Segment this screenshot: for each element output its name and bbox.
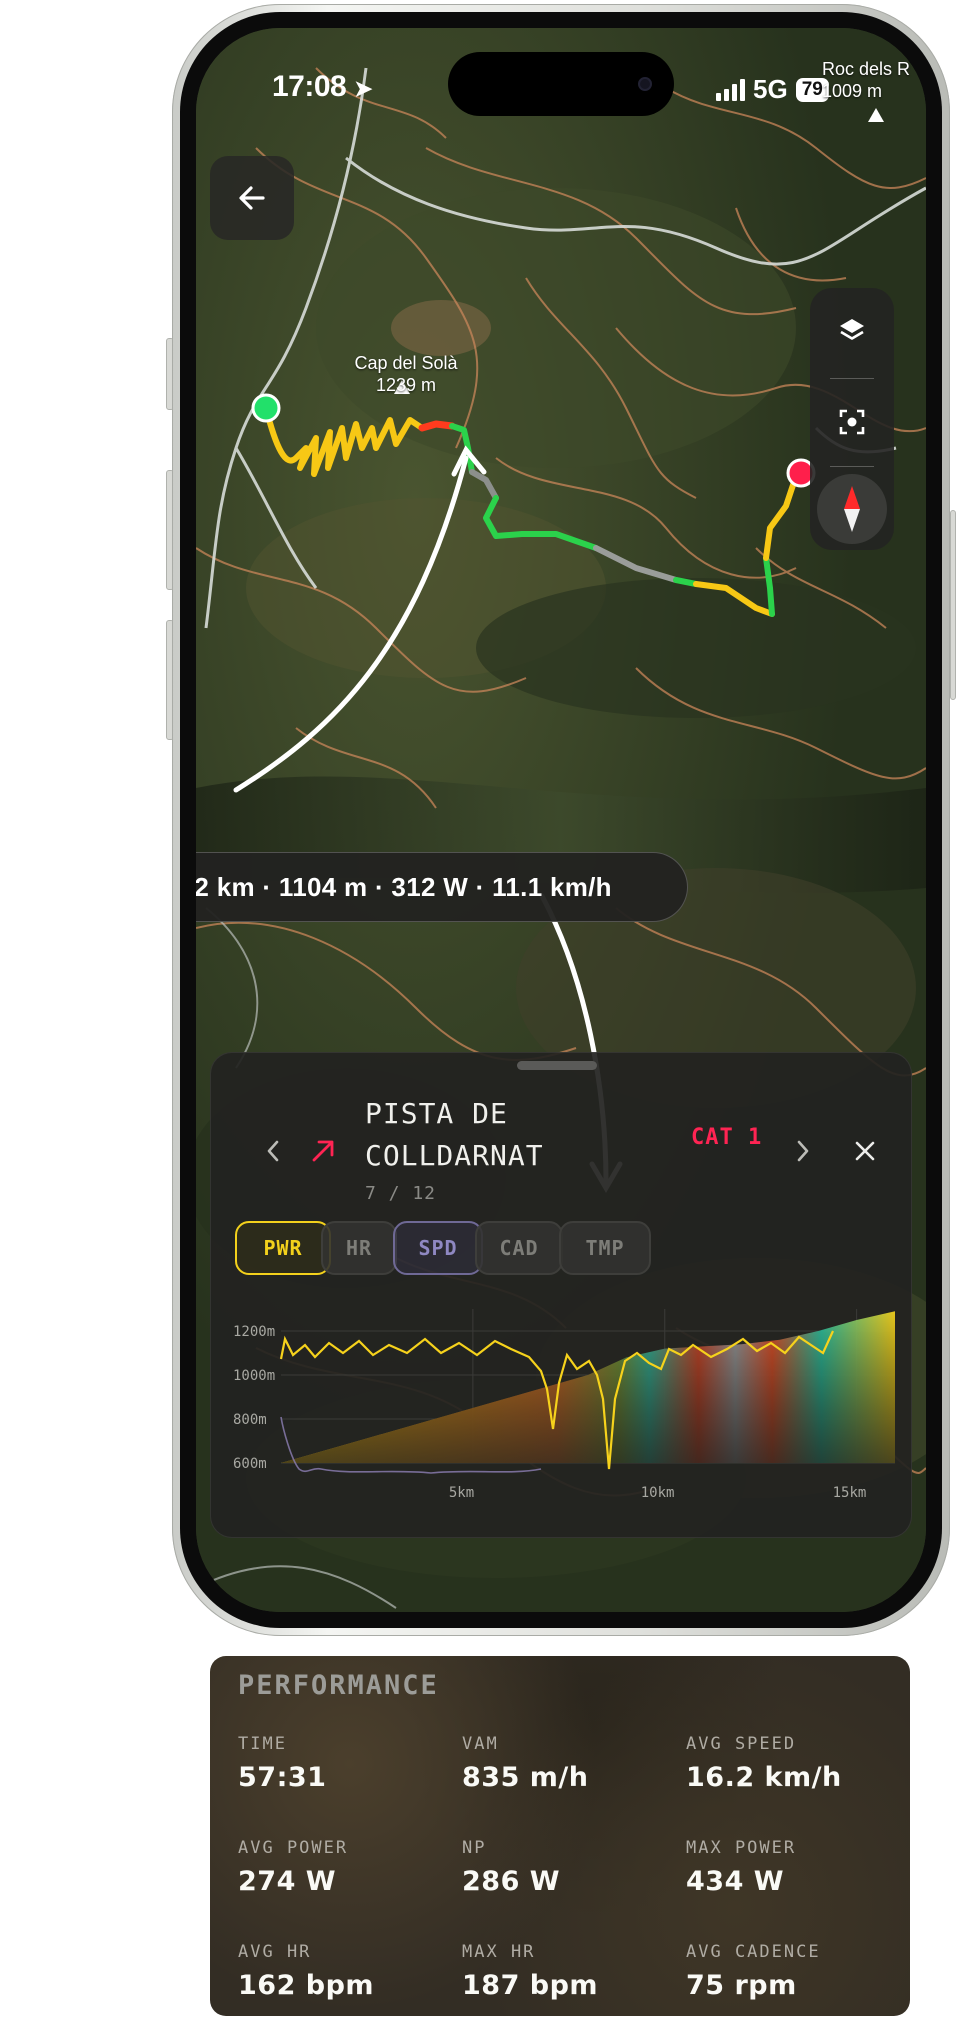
climb-arrow-icon (303, 1131, 343, 1171)
stat-value: 57:31 (238, 1762, 327, 1793)
compass-icon (844, 486, 860, 532)
dynamic-island (448, 52, 674, 116)
tool-divider (830, 378, 874, 379)
stat-time: TIME 57:31 (238, 1734, 326, 1793)
performance-title: PERFORMANCE (238, 1670, 439, 1701)
start-marker (251, 393, 281, 423)
x-tick-label: 5km (449, 1485, 474, 1501)
stat-avg-hr: AVG HR 162 bpm (238, 1942, 374, 2001)
stat-label: VAM (462, 1734, 499, 1754)
segment-sheet: PISTA DE COLLDARNAT 7 / 12 CAT 1 PWR HR S… (210, 1052, 912, 1538)
prev-segment-button[interactable] (253, 1131, 293, 1171)
next-segment-button[interactable] (783, 1131, 823, 1171)
tab-tmp[interactable]: TMP (559, 1221, 651, 1275)
map-tools (810, 288, 894, 550)
category-badge: CAT 1 (691, 1125, 763, 1150)
status-indicators: 5G 79 (716, 74, 829, 105)
stat-value: 286 W (462, 1866, 561, 1897)
y-tick-label: 800m (233, 1412, 267, 1428)
stat-label: TIME (238, 1734, 287, 1754)
status-time: 17:08 ➤ (272, 70, 373, 103)
stat-label: MAX HR (462, 1942, 536, 1962)
segment-count: 7 / 12 (365, 1183, 437, 1204)
stat-value: 187 bpm (462, 1970, 599, 2001)
layers-button[interactable] (810, 288, 894, 372)
y-tick-label: 1200m (233, 1324, 275, 1340)
stat-avg-speed: AVG SPEED 16.2 km/h (686, 1734, 842, 1793)
signal-icon (716, 78, 745, 101)
stat-max-hr: MAX HR 187 bpm (462, 1942, 598, 2001)
stat-label: AVG HR (238, 1942, 312, 1962)
stat-avg-power: AVG POWER 274 W (238, 1838, 348, 1897)
segment-stats-pill: 33:30 · 8.2 km · 1104 m · 312 W · 11.1 k… (196, 852, 688, 922)
stat-value: 75 rpm (686, 1970, 797, 2001)
performance-card: PERFORMANCE TIME 57:31 VAM 835 m/h AVG SPE… (210, 1656, 910, 2016)
stat-vam: VAM 835 m/h (462, 1734, 588, 1793)
segment-title: PISTA DE COLLDARNAT (365, 1097, 544, 1172)
stat-np: NP 286 W (462, 1838, 560, 1897)
stat-label: AVG POWER (238, 1838, 349, 1858)
stat-label: AVG SPEED (686, 1734, 797, 1754)
chevron-left-icon (267, 1140, 279, 1162)
tab-spd[interactable]: SPD (393, 1221, 483, 1275)
back-button[interactable] (210, 156, 294, 240)
recenter-button[interactable] (810, 380, 894, 464)
drag-handle[interactable] (517, 1061, 597, 1070)
stat-max-power: MAX POWER 434 W (686, 1838, 796, 1897)
elevation-chart[interactable]: 1200m 1000m 800m 600m 5km 10km 15km (211, 1279, 913, 1519)
arrow-left-icon (239, 186, 265, 210)
peak-label-cap-del-sola: Cap del Solà 1239 m (354, 353, 458, 395)
power-button[interactable] (950, 510, 956, 700)
peak-label-roc-dels: Roc dels R 1009 m (822, 59, 911, 101)
layers-icon (840, 319, 864, 340)
stat-label: MAX POWER (686, 1838, 797, 1858)
x-tick-label: 15km (833, 1485, 867, 1501)
tab-pwr[interactable]: PWR (235, 1221, 331, 1275)
elevation-area-shade (281, 1311, 895, 1463)
tool-divider (830, 466, 874, 467)
network-type: 5G (753, 74, 788, 104)
tab-hr[interactable]: HR (321, 1221, 397, 1275)
stat-value: 274 W (238, 1866, 337, 1897)
tab-cad[interactable]: CAD (475, 1221, 563, 1275)
close-icon (855, 1141, 875, 1161)
close-button[interactable] (845, 1131, 885, 1171)
stat-value: 162 bpm (238, 1970, 375, 2001)
stat-value: 835 m/h (462, 1762, 589, 1793)
stat-value: 434 W (686, 1866, 785, 1897)
chevron-right-icon (797, 1140, 809, 1162)
stat-value: 16.2 km/h (686, 1762, 842, 1793)
compass-button[interactable] (817, 474, 887, 544)
y-tick-label: 600m (233, 1456, 267, 1472)
front-camera (638, 77, 652, 91)
stat-avg-cadence: AVG CADENCE 75 rpm (686, 1942, 821, 2001)
focus-icon (839, 409, 865, 435)
stat-label: NP (462, 1838, 487, 1858)
phone-screen: 17:08 ➤ 5G 79 Cap del Solà 1239 m Roc del… (196, 28, 926, 1612)
stat-label: AVG CADENCE (686, 1942, 821, 1962)
showcase-stage: 17:08 ➤ 5G 79 Cap del Solà 1239 m Roc del… (0, 0, 960, 2022)
x-tick-label: 10km (641, 1485, 675, 1501)
y-tick-label: 1000m (233, 1368, 275, 1384)
